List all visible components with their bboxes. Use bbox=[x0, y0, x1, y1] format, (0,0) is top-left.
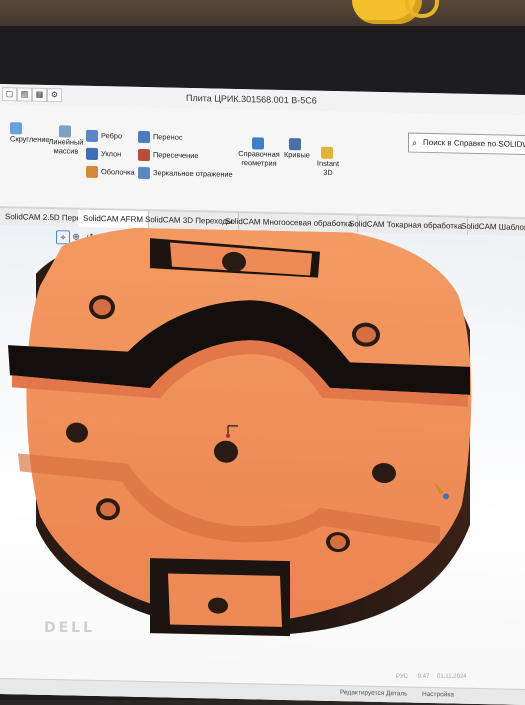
reference-geometry-icon bbox=[252, 137, 264, 149]
instant3d-label: Instant 3D bbox=[317, 159, 339, 177]
instant3d-icon bbox=[321, 147, 333, 159]
ribbon-fillet-button[interactable]: Скругление bbox=[10, 122, 50, 144]
search-icon: ⌕ bbox=[412, 134, 417, 152]
new-document-icon[interactable]: ▢ bbox=[2, 87, 17, 101]
intersect-icon bbox=[138, 149, 150, 161]
rib-label: Ребро bbox=[101, 131, 122, 140]
taskbar-tray: РУС 9:47 01.11.2024 bbox=[396, 674, 525, 688]
rib-icon bbox=[86, 130, 98, 142]
tray-time: 9:47 bbox=[418, 674, 430, 680]
ribbon-draft-button[interactable]: Уклон bbox=[86, 148, 121, 161]
monitor-logo: DELL bbox=[44, 620, 95, 636]
save-icon[interactable]: ▦ bbox=[32, 88, 47, 102]
curves-label: Кривые bbox=[284, 150, 310, 160]
reference-geometry-label: Справочная геометрия bbox=[238, 149, 279, 168]
draft-icon bbox=[86, 148, 98, 160]
mirror-label: Зеркальное отражение bbox=[153, 168, 233, 179]
help-search-text: Поиск в Справке по SOLIDW bbox=[423, 138, 525, 149]
shell-icon bbox=[86, 166, 98, 178]
fillet-label: Скругление bbox=[10, 134, 50, 144]
draft-label: Уклон bbox=[101, 149, 121, 158]
ribbon: Скругление Линейный массив Ребро Уклон О… bbox=[0, 104, 525, 218]
move-icon bbox=[138, 131, 150, 143]
ribbon-linear-pattern-button[interactable]: Линейный массив bbox=[48, 125, 84, 156]
ribbon-curves-button[interactable]: Кривые bbox=[284, 138, 310, 160]
ribbon-rib-button[interactable]: Ребро bbox=[86, 130, 122, 143]
window-title: Плита ЦРИК.301568.001 В-5С6 bbox=[186, 93, 317, 106]
status-editing: Редактируется Деталь bbox=[340, 689, 408, 697]
monitor-bezel: ▢ ▤ ▦ ⚙ Плита ЦРИК.301568.001 В-5С6 Скру… bbox=[0, 26, 525, 700]
ribbon-shell-button[interactable]: Оболочка bbox=[86, 166, 135, 179]
status-custom: Настройка bbox=[422, 691, 454, 699]
linear-pattern-label: Линейный массив bbox=[49, 137, 84, 156]
ribbon-instant3d-button[interactable]: Instant 3D bbox=[315, 147, 341, 178]
open-icon[interactable]: ▤ bbox=[17, 87, 32, 101]
ribbon-move-button[interactable]: Перенос bbox=[138, 131, 183, 144]
options-gear-icon[interactable]: ⚙ bbox=[47, 88, 62, 102]
screen: ▢ ▤ ▦ ⚙ Плита ЦРИК.301568.001 В-5С6 Скру… bbox=[0, 84, 525, 705]
tray-language: РУС bbox=[396, 674, 408, 680]
move-label: Перенос bbox=[153, 132, 183, 142]
mirror-icon bbox=[138, 167, 150, 179]
tray-date: 01.11.2024 bbox=[437, 674, 467, 680]
help-search-input[interactable]: ⌕ Поиск в Справке по SOLIDW bbox=[408, 133, 525, 156]
linear-pattern-icon bbox=[59, 125, 71, 137]
fillet-icon bbox=[10, 122, 22, 134]
ribbon-reference-geometry-button[interactable]: Справочная геометрия bbox=[237, 137, 281, 168]
ribbon-mirror-button[interactable]: Зеркальное отражение bbox=[138, 167, 233, 181]
intersect-label: Пересечение bbox=[153, 150, 198, 160]
shell-label: Оболочка bbox=[101, 167, 135, 177]
curves-icon bbox=[289, 138, 301, 150]
ribbon-intersect-button[interactable]: Пересечение bbox=[138, 149, 198, 162]
